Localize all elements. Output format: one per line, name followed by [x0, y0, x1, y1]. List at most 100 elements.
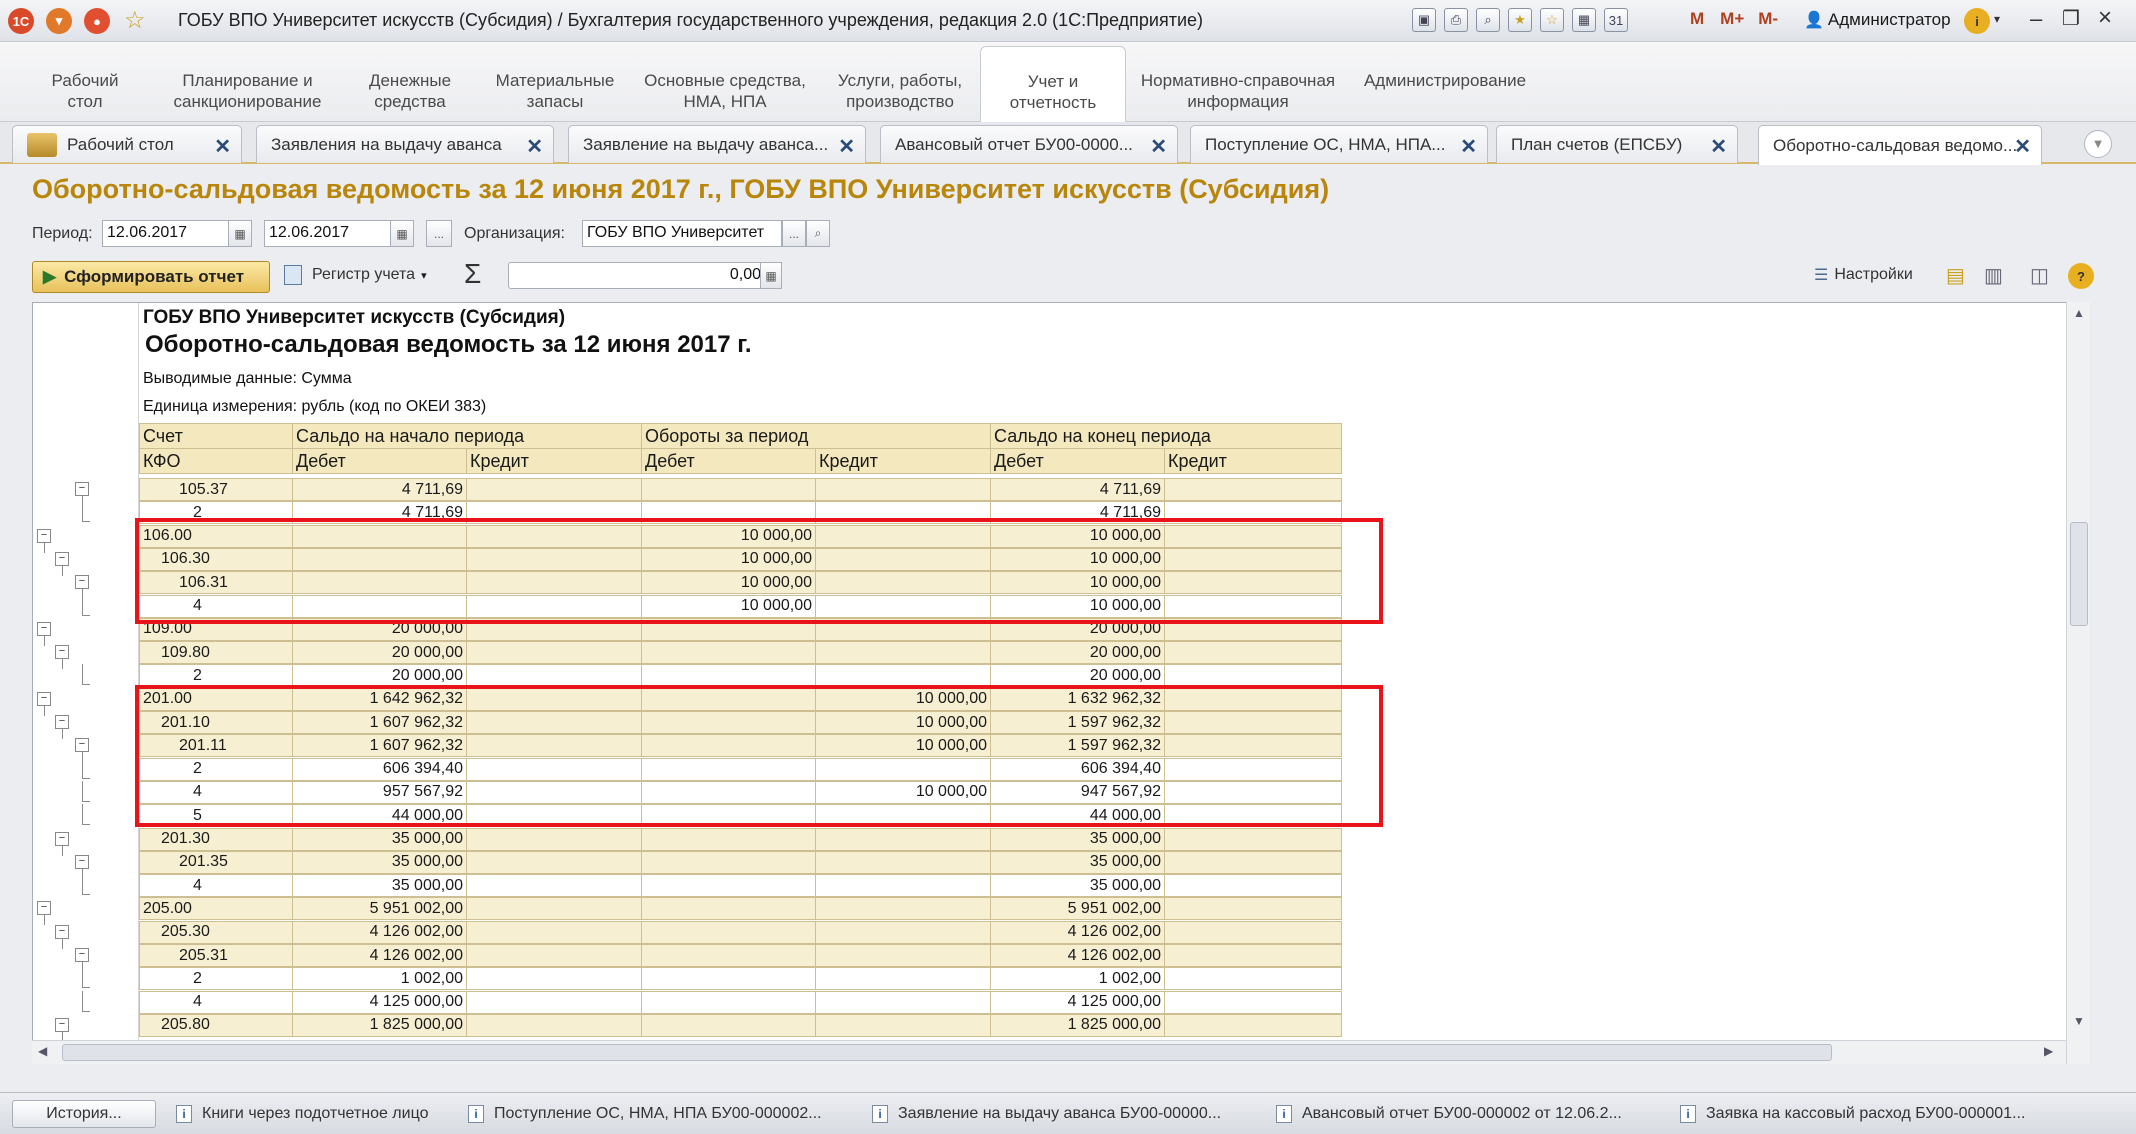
amount-cell[interactable] — [466, 594, 642, 618]
amount-cell[interactable] — [292, 524, 467, 548]
account-cell[interactable]: 205.80 — [139, 1013, 293, 1037]
amount-cell[interactable]: 606 394,40 — [990, 757, 1165, 781]
amount-cell[interactable] — [466, 687, 642, 711]
section-materials[interactable]: Материальные запасы — [490, 70, 620, 112]
amount-cell[interactable] — [1164, 571, 1342, 595]
close-tab-icon[interactable]: ✕ — [1460, 134, 1477, 159]
amount-cell[interactable]: 947 567,92 — [990, 780, 1165, 804]
amount-cell[interactable] — [815, 478, 991, 501]
window-settings-icon[interactable]: ◫ — [2030, 263, 2049, 288]
account-cell[interactable]: 2 — [139, 757, 293, 781]
amount-cell[interactable]: 1 607 962,32 — [292, 711, 467, 734]
scroll-right-icon[interactable]: ▶ — [2044, 1044, 2053, 1058]
amount-cell[interactable] — [641, 990, 816, 1014]
preview-icon[interactable]: ⌕ — [1476, 8, 1500, 32]
amount-cell[interactable] — [641, 641, 816, 665]
amount-cell[interactable]: 1 825 000,00 — [292, 1013, 467, 1037]
print-icon[interactable]: ⎙ — [1444, 8, 1468, 32]
history-item[interactable]: i Заявление на выдачу аванса БУ00-00000..… — [872, 1100, 1262, 1128]
amount-cell[interactable]: 1 642 962,32 — [292, 687, 467, 711]
section-reference[interactable]: Нормативно-справочная информация — [1138, 70, 1338, 112]
collapse-group-icon[interactable]: − — [55, 924, 69, 939]
amount-cell[interactable] — [1164, 827, 1342, 851]
account-cell[interactable]: 201.11 — [139, 734, 293, 758]
help-icon[interactable]: ? — [2068, 263, 2094, 289]
amount-cell[interactable] — [815, 990, 991, 1014]
organization-select-button[interactable]: ... — [782, 220, 806, 247]
menu-dropdown-icon[interactable]: ▾ — [46, 8, 72, 34]
history-item[interactable]: i Авансовый отчет БУ00-000002 от 12.06.2.… — [1276, 1100, 1666, 1128]
collapse-group-icon[interactable]: − — [37, 528, 51, 543]
amount-cell[interactable] — [1164, 547, 1342, 571]
account-cell[interactable]: 201.35 — [139, 850, 293, 874]
open-folder-icon[interactable]: ▤ — [1946, 263, 1965, 288]
amount-cell[interactable] — [1164, 897, 1342, 921]
period-select-button[interactable]: ... — [426, 220, 452, 247]
collapse-group-icon[interactable]: − — [55, 715, 69, 729]
amount-cell[interactable] — [466, 571, 642, 595]
amount-cell[interactable] — [1164, 944, 1342, 967]
amount-cell[interactable]: 4 711,69 — [990, 501, 1165, 525]
calculator-icon[interactable]: ▦ — [760, 262, 782, 289]
memory-m-button[interactable]: M — [1690, 9, 1704, 29]
amount-cell[interactable]: 35 000,00 — [990, 874, 1165, 898]
amount-cell[interactable]: 4 126 002,00 — [990, 920, 1165, 944]
amount-cell[interactable] — [641, 967, 816, 991]
amount-cell[interactable] — [1164, 524, 1342, 548]
amount-cell[interactable] — [466, 641, 642, 665]
amount-cell[interactable] — [641, 734, 816, 758]
amount-cell[interactable] — [641, 944, 816, 967]
section-services[interactable]: Услуги, работы, производство — [830, 70, 970, 112]
amount-cell[interactable] — [1164, 804, 1342, 828]
amount-cell[interactable] — [1164, 920, 1342, 944]
amount-cell[interactable] — [1164, 757, 1342, 781]
settings-button[interactable]: ☰ Настройки — [1814, 265, 1913, 285]
amount-cell[interactable]: 10 000,00 — [815, 734, 991, 758]
date-from-input[interactable]: 12.06.2017 — [102, 220, 234, 247]
amount-cell[interactable] — [641, 757, 816, 781]
vertical-scrollbar[interactable]: ▲ ▼ — [2066, 302, 2090, 1064]
amount-cell[interactable] — [641, 478, 816, 501]
amount-cell[interactable] — [815, 1013, 991, 1037]
amount-cell[interactable] — [815, 664, 991, 688]
collapse-group-icon[interactable]: − — [75, 482, 89, 496]
amount-cell[interactable] — [1164, 1013, 1342, 1037]
amount-cell[interactable]: 10 000,00 — [641, 547, 816, 571]
save-variant-icon[interactable]: ▥ — [1984, 263, 2003, 288]
amount-cell[interactable]: 4 125 000,00 — [990, 990, 1165, 1014]
amount-cell[interactable] — [815, 967, 991, 991]
scroll-up-icon[interactable]: ▲ — [2073, 306, 2085, 320]
amount-cell[interactable] — [815, 501, 991, 525]
tab-advance-applications[interactable]: Заявления на выдачу аванса ✕ — [256, 125, 554, 163]
amount-cell[interactable] — [292, 594, 467, 618]
amount-cell[interactable]: 35 000,00 — [292, 827, 467, 851]
amount-cell[interactable]: 4 126 002,00 — [292, 944, 467, 967]
collapse-group-icon[interactable]: − — [75, 738, 89, 753]
close-tab-icon[interactable]: ✕ — [214, 134, 231, 159]
user-name[interactable]: Администратор — [1828, 10, 1951, 30]
amount-cell[interactable] — [1164, 874, 1342, 898]
amount-cell[interactable]: 35 000,00 — [292, 850, 467, 874]
amount-cell[interactable]: 1 002,00 — [292, 967, 467, 991]
amount-cell[interactable]: 20 000,00 — [292, 641, 467, 665]
account-cell[interactable]: 106.00 — [139, 524, 293, 548]
calendar-icon[interactable]: ▦ — [228, 220, 252, 247]
section-desktop[interactable]: Рабочий стол — [40, 70, 130, 112]
account-cell[interactable]: 2 — [139, 967, 293, 991]
amount-cell[interactable]: 44 000,00 — [292, 804, 467, 828]
amount-cell[interactable] — [641, 501, 816, 525]
amount-cell[interactable] — [466, 874, 642, 898]
amount-cell[interactable] — [815, 944, 991, 967]
amount-cell[interactable]: 4 711,69 — [990, 478, 1165, 501]
amount-cell[interactable]: 10 000,00 — [815, 780, 991, 804]
amount-cell[interactable] — [1164, 967, 1342, 991]
horizontal-scrollbar[interactable]: ◀ ▶ — [32, 1040, 2066, 1064]
amount-cell[interactable] — [1164, 594, 1342, 618]
memory-m-plus-button[interactable]: M+ — [1720, 9, 1744, 29]
amount-cell[interactable]: 10 000,00 — [990, 594, 1165, 618]
amount-cell[interactable] — [815, 547, 991, 571]
amount-cell[interactable] — [1164, 687, 1342, 711]
amount-cell[interactable] — [641, 711, 816, 734]
collapse-group-icon[interactable]: − — [55, 831, 69, 846]
tab-advance-application[interactable]: Заявление на выдачу аванса... ✕ — [568, 125, 866, 163]
